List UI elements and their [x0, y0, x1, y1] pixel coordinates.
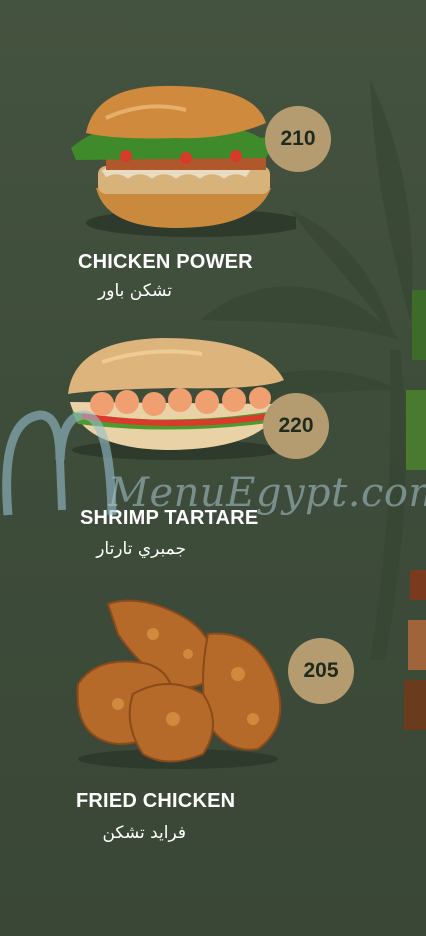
item-name-ar: تشكن باور	[98, 281, 172, 301]
item-name-en: CHICKEN POWER	[78, 251, 253, 273]
price-badge: 210	[265, 106, 331, 172]
item-name-ar: فرايد تشكن	[102, 823, 186, 843]
item-name-ar: جمبري تارتار	[96, 539, 186, 559]
price-badge: 205	[288, 638, 354, 704]
watermark-text: MenuEgypt.com	[108, 470, 426, 516]
item-name-en: FRIED CHICKEN	[76, 790, 236, 812]
price-badge: 220	[263, 393, 329, 459]
fried-chicken-image	[76, 599, 282, 769]
shrimp-sandwich-image	[68, 338, 284, 460]
chicken-sandwich-image	[71, 85, 296, 237]
